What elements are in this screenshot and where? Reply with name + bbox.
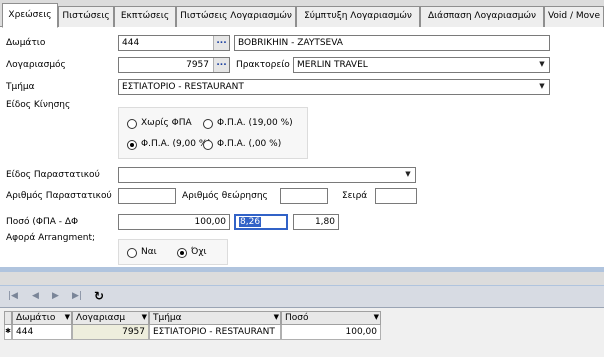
charges-form: Δωμάτιο 444 ... BOBRIKHIN - ZAYTSEVA Λογ… xyxy=(0,27,604,267)
account-value: 7957 xyxy=(186,60,209,70)
agency-dropdown-icon[interactable]: ▼ xyxy=(535,58,549,72)
series-field[interactable] xyxy=(375,188,417,204)
room-lookup-button[interactable]: ... xyxy=(213,36,229,50)
department-value: ΕΣΤΙΑΤΟΡΙΟ - RESTAURANT xyxy=(122,82,244,92)
tab-account-credits[interactable]: Πιστώσεις Λογαριασμών xyxy=(176,6,296,27)
arrangement-no-label: Όχι xyxy=(191,247,207,257)
series-label: Σειρά xyxy=(342,191,368,201)
vat-none-radio[interactable] xyxy=(127,119,137,129)
document-number-label: Αριθμός Παραστατικού xyxy=(6,191,112,201)
movement-type-label: Είδος Κίνησης xyxy=(6,100,71,110)
refresh-icon[interactable]: ↻ xyxy=(94,289,104,303)
vat-19-radio[interactable] xyxy=(203,119,213,129)
arrangement-label: Αφορά Arrangment; xyxy=(6,233,96,243)
approval-number-label: Αριθμός θεώρησης xyxy=(182,191,268,201)
last-record-icon[interactable]: ▶| xyxy=(72,291,82,301)
room-label: Δωμάτιο xyxy=(6,38,46,48)
document-type-dropdown-icon[interactable]: ▼ xyxy=(401,168,415,182)
account-lookup-button[interactable]: ... xyxy=(213,58,229,72)
amount-label: Ποσό (ΦΠΑ - ΔΦ xyxy=(6,217,79,227)
next-record-icon[interactable]: ▶ xyxy=(52,291,59,301)
vat-amount-value: 8,26 xyxy=(239,217,262,227)
vat-9-label: Φ.Π.Α. (9,00 %) xyxy=(141,139,211,149)
table-cell-account[interactable]: 7957 xyxy=(72,325,149,340)
department-dropdown-icon[interactable]: ▼ xyxy=(535,80,549,94)
approval-number-field[interactable] xyxy=(280,188,328,204)
tab-discounts[interactable]: Εκπτώσεις xyxy=(114,6,176,27)
arrangement-yes-radio[interactable] xyxy=(127,248,137,258)
tab-merge-accounts[interactable]: Σύμπτυξη Λογαριασμών xyxy=(296,6,420,27)
column-header-amount[interactable]: Ποσό ▼ xyxy=(281,311,381,325)
first-record-icon[interactable]: |◀ xyxy=(8,291,18,301)
table-cell-department[interactable]: ΕΣΤΙΑΤΟΡΙΟ - RESTAURANT xyxy=(149,325,281,340)
arrangement-no-radio[interactable] xyxy=(177,248,187,258)
vat-19-label: Φ.Π.Α. (19,00 %) xyxy=(217,118,293,128)
department-filter-icon[interactable]: ▼ xyxy=(274,313,279,321)
arrangement-yes-label: Ναι xyxy=(141,247,157,257)
tax-amount-value: 1,80 xyxy=(314,217,335,227)
amount-field[interactable]: 100,00 xyxy=(118,214,230,230)
amount-value: 100,00 xyxy=(194,217,227,227)
vat-option-group: Χωρίς ΦΠΑ Φ.Π.Α. (19,00 %) Φ.Π.Α. (9,00 … xyxy=(118,107,308,159)
vat-0-radio[interactable] xyxy=(203,140,213,150)
column-header-account[interactable]: Λογαριασμ ▼ xyxy=(72,311,149,325)
amount-filter-icon[interactable]: ▼ xyxy=(374,313,379,321)
vat-none-label: Χωρίς ΦΠΑ xyxy=(141,118,192,128)
guest-name-value: BOBRIKHIN - ZAYTSEVA xyxy=(238,38,343,48)
tab-credits[interactable]: Πιστώσεις xyxy=(58,6,114,27)
column-header-department-label: Τμήμα xyxy=(153,313,182,323)
previous-record-icon[interactable]: ◀ xyxy=(32,291,39,301)
tab-void-move[interactable]: Void / Move xyxy=(544,6,604,27)
column-header-room-label: Δωμάτιο xyxy=(16,313,56,323)
table-cell-amount[interactable]: 100,00 xyxy=(281,325,381,340)
department-label: Τμήμα xyxy=(6,82,35,92)
tax-amount-field[interactable]: 1,80 xyxy=(293,214,339,230)
guest-name-field[interactable]: BOBRIKHIN - ZAYTSEVA xyxy=(234,35,550,51)
room-filter-icon[interactable]: ▼ xyxy=(65,313,70,321)
charges-grid: Δωμάτιο ▼ Λογαριασμ ▼ Τμήμα ▼ Ποσό ▼ ✱ 4… xyxy=(0,308,604,357)
tab-charges[interactable]: Χρεώσεις xyxy=(2,3,58,28)
arrangement-option-group: Ναι Όχι xyxy=(118,239,228,265)
account-label: Λογαριασμός xyxy=(6,60,66,70)
agency-label: Πρακτορείο xyxy=(236,60,290,70)
agency-select[interactable]: MERLIN TRAVEL xyxy=(293,57,550,73)
document-number-field[interactable] xyxy=(118,188,176,204)
status-strip xyxy=(0,272,604,285)
document-type-label: Είδος Παραστατικού xyxy=(6,170,100,180)
column-header-room[interactable]: Δωμάτιο ▼ xyxy=(12,311,72,325)
grid-corner xyxy=(4,311,12,325)
department-select[interactable]: ΕΣΤΙΑΤΟΡΙΟ - RESTAURANT xyxy=(118,79,550,95)
vat-9-radio[interactable] xyxy=(127,140,137,150)
column-header-department[interactable]: Τμήμα ▼ xyxy=(149,311,281,325)
tab-split-accounts[interactable]: Διάσπαση Λογαριασμών xyxy=(420,6,544,27)
vat-0-label: Φ.Π.Α. (,00 %) xyxy=(217,139,282,149)
document-type-select[interactable] xyxy=(118,167,416,183)
tab-strip: Πιστώσεις Εκπτώσεις Πιστώσεις Λογαριασμώ… xyxy=(0,0,604,28)
vat-amount-field[interactable]: 8,26 xyxy=(234,214,288,230)
row-indicator-icon: ✱ xyxy=(4,325,12,340)
column-header-amount-label: Ποσό xyxy=(285,313,309,323)
account-filter-icon[interactable]: ▼ xyxy=(142,313,147,321)
room-value: 444 xyxy=(122,38,140,48)
record-navigator: |◀ ◀ ▶ ▶| ↻ xyxy=(0,286,604,308)
agency-value: MERLIN TRAVEL xyxy=(297,60,368,70)
table-cell-room[interactable]: 444 xyxy=(12,325,72,340)
column-header-account-label: Λογαριασμ xyxy=(76,313,126,323)
